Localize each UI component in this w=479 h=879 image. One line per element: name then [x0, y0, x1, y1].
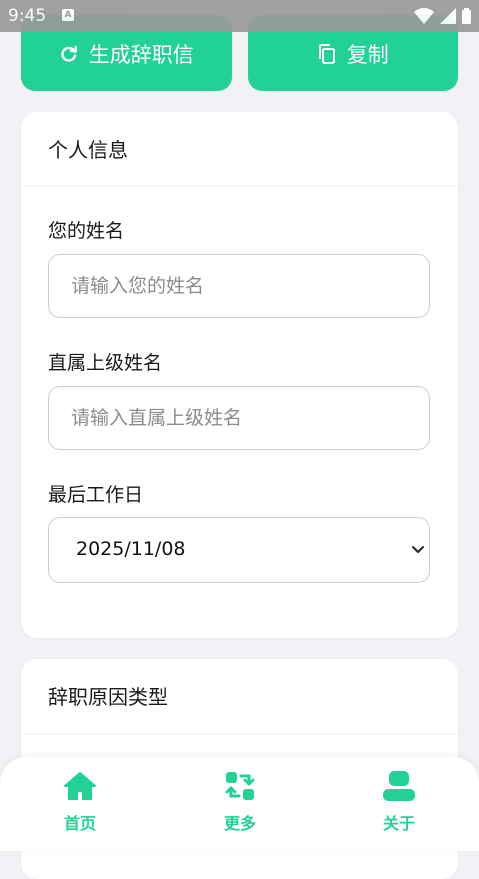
user-icon [383, 771, 415, 801]
name-label: 您的姓名 [48, 220, 125, 242]
nav-more-label: 更多 [223, 814, 256, 833]
copy-icon [318, 44, 335, 64]
battery-icon [462, 8, 471, 24]
bottom-nav: 首页 更多 关于 [0, 757, 479, 851]
nav-home[interactable]: 首页 [30, 771, 130, 834]
refresh-icon [61, 45, 77, 62]
status-time: 9:45 [8, 6, 47, 26]
supervisor-label: 直属上级姓名 [48, 352, 163, 374]
status-bar: 9:45 A [0, 0, 479, 32]
chevron-down-icon [412, 546, 424, 553]
nav-about[interactable]: 关于 [349, 771, 449, 834]
wifi-icon [414, 8, 434, 24]
nav-home-label: 首页 [63, 814, 96, 833]
signal-icon [440, 8, 456, 24]
last-day-value: 2025/11/08 [76, 538, 186, 560]
card-divider [21, 733, 458, 734]
swap-icon [225, 772, 255, 800]
copy-label: 复制 [346, 43, 389, 67]
name-input[interactable] [48, 254, 430, 318]
last-day-label: 最后工作日 [48, 484, 144, 506]
personal-info-title: 个人信息 [48, 138, 128, 162]
card-divider [21, 186, 458, 187]
nav-about-label: 关于 [382, 814, 415, 833]
supervisor-input[interactable] [48, 386, 430, 450]
status-indicator: A [62, 9, 74, 21]
nav-more[interactable]: 更多 [190, 771, 290, 834]
home-icon [64, 772, 96, 800]
personal-info-card: 个人信息 您的姓名 直属上级姓名 最后工作日 2025/11/08 [21, 112, 458, 638]
generate-letter-label: 生成辞职信 [88, 43, 194, 67]
status-icons [414, 8, 471, 24]
last-day-select[interactable]: 2025/11/08 [48, 517, 430, 583]
reason-title: 辞职原因类型 [48, 685, 168, 709]
